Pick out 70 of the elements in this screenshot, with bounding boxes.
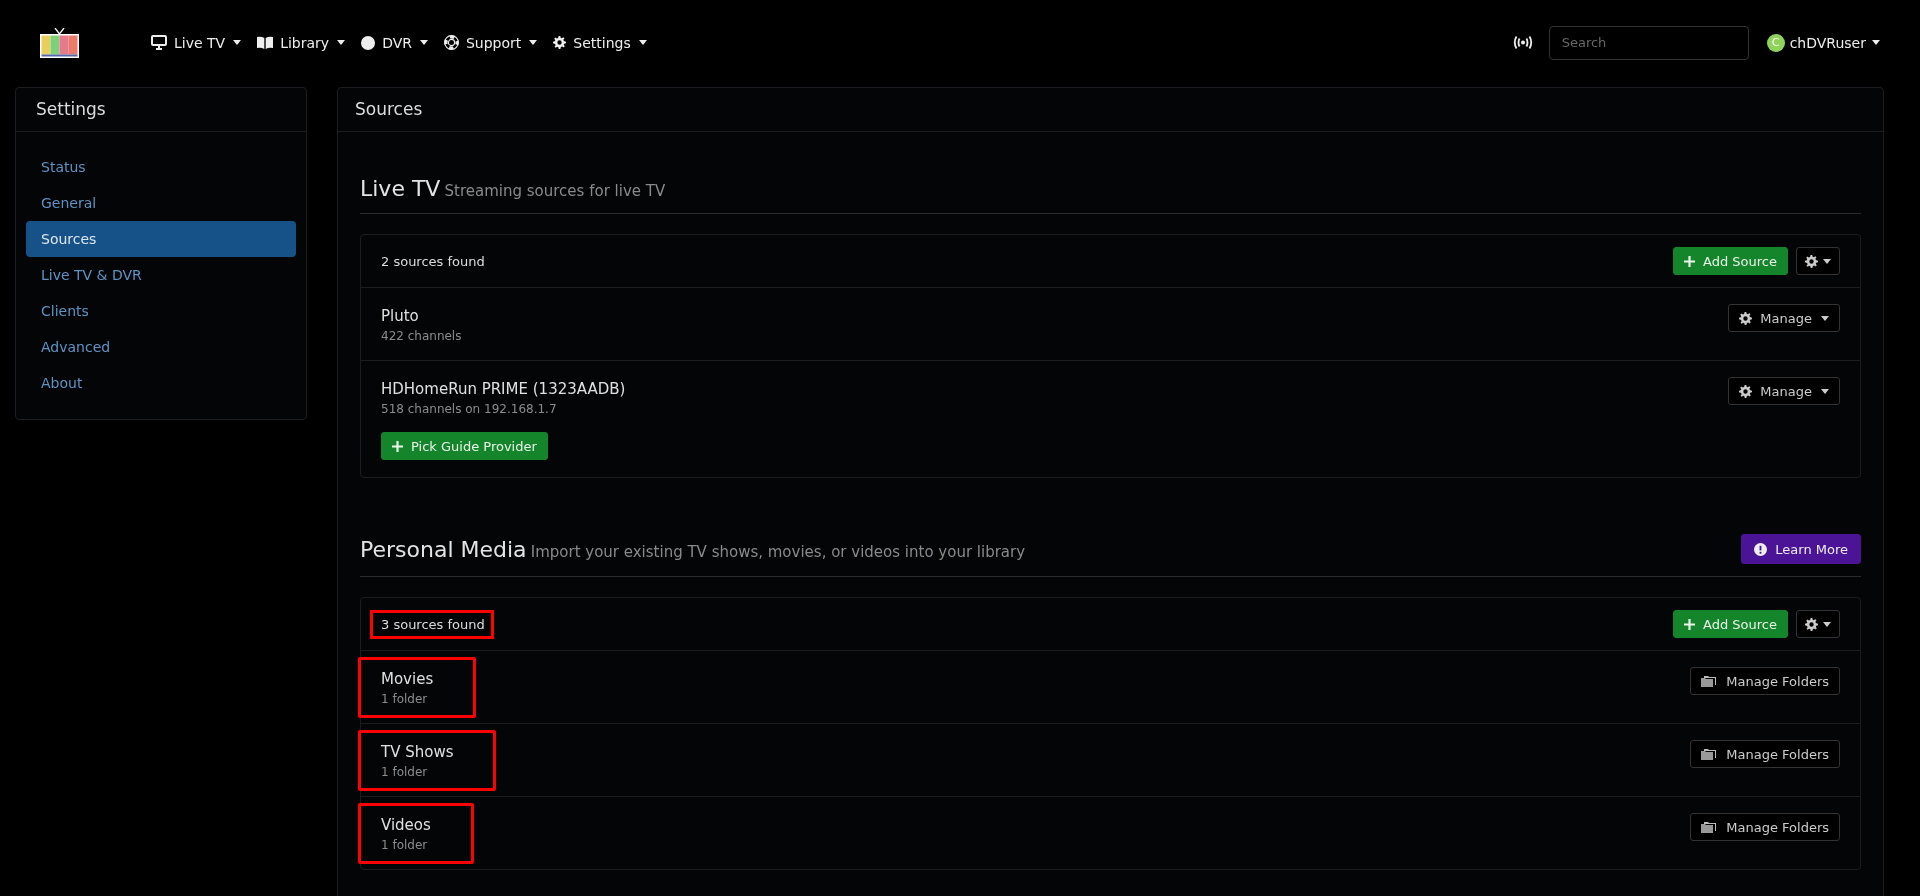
settings-icon: [553, 36, 567, 49]
nav-menu[interactable]: Support: [443, 34, 538, 51]
sidebar-title: Settings: [16, 88, 306, 132]
caret-icon: [1821, 388, 1829, 394]
source-name: Videos: [381, 816, 431, 834]
manage-folders-button[interactable]: Manage Folders: [1690, 667, 1840, 695]
source-detail: 1 folder: [381, 765, 429, 779]
nav-menu[interactable]: Library: [257, 34, 346, 51]
plus-icon: [392, 440, 403, 452]
user-menu[interactable]: C chDVRuser: [1766, 33, 1880, 52]
caret-icon: [638, 40, 647, 45]
sidebar-item[interactable]: About: [26, 365, 296, 401]
sidebar-item[interactable]: Advanced: [26, 329, 296, 365]
manage-button[interactable]: Manage: [1728, 304, 1840, 332]
search-field[interactable]: Search: [1548, 25, 1749, 60]
learn-more-button[interactable]: Learn More: [1741, 534, 1861, 564]
source-name: HDHomeRun PRIME (1323AADB): [381, 380, 626, 398]
panel-title: Sources: [338, 88, 1883, 132]
add-source-button[interactable]: Add Source: [1673, 247, 1788, 275]
source-name: Pluto: [381, 307, 420, 325]
section-heading: Personal Media Import your existing TV shows, movies, or videos into your library: [360, 536, 1026, 562]
source-detail: 1 folder: [381, 838, 429, 852]
lifebuoy-icon: [443, 35, 459, 50]
book-icon: [257, 36, 274, 49]
settings-icon: [1739, 384, 1753, 398]
source-detail: 422 channels: [381, 329, 462, 343]
manage-button[interactable]: Manage: [1728, 377, 1840, 405]
source-name: TV Shows: [381, 743, 454, 761]
folders-icon: [1701, 674, 1719, 688]
settings-icon: [1805, 617, 1818, 631]
plus-icon: [1684, 255, 1696, 267]
folders-icon: [1701, 820, 1719, 834]
plus-icon: [1684, 618, 1696, 630]
circle-icon: [361, 35, 376, 50]
caret-icon: [233, 40, 242, 45]
user-avatar: C: [1766, 33, 1785, 52]
folders-icon: [1701, 747, 1719, 761]
caret-icon: [419, 40, 428, 45]
tv-logo[interactable]: [40, 27, 79, 58]
caret-icon: [1823, 258, 1831, 264]
sidebar-item[interactable]: Sources: [26, 221, 296, 257]
caret-icon: [1821, 315, 1829, 321]
broadcast-icon[interactable]: [1512, 36, 1533, 49]
source-detail: 518 channels on 192.168.1.7: [381, 402, 558, 416]
nav-menu[interactable]: Live TV: [151, 34, 242, 51]
source-detail: 1 folder: [381, 692, 429, 706]
section-heading: Live TV Streaming sources for live TV: [360, 176, 666, 201]
pick-guide-provider-button[interactable]: Pick Guide Provider: [381, 432, 548, 460]
sidebar-item[interactable]: Live TV & DVR: [26, 257, 296, 293]
nav-menu[interactable]: Settings: [553, 34, 647, 51]
nav-menu[interactable]: DVR: [361, 34, 428, 51]
monitor-icon: [151, 35, 167, 50]
caret-icon: [1872, 40, 1880, 45]
add-source-button[interactable]: Add Source: [1673, 610, 1788, 638]
caret-icon: [337, 40, 346, 45]
manage-folders-button[interactable]: Manage Folders: [1690, 813, 1840, 841]
sources-count: 3 sources found: [381, 616, 485, 632]
sidebar-item[interactable]: General: [26, 185, 296, 221]
settings-dropdown-button[interactable]: [1796, 247, 1840, 275]
settings-dropdown-button[interactable]: [1796, 610, 1840, 638]
sidebar-item[interactable]: Status: [26, 149, 296, 185]
sources-count: 2 sources found: [381, 253, 485, 269]
settings-icon: [1805, 254, 1818, 268]
settings-icon: [1739, 311, 1753, 325]
source-name: Movies: [381, 670, 434, 688]
caret-icon: [1823, 621, 1831, 627]
info-icon: [1754, 542, 1768, 556]
sidebar-item[interactable]: Clients: [26, 293, 296, 329]
manage-folders-button[interactable]: Manage Folders: [1690, 740, 1840, 768]
caret-icon: [529, 40, 538, 45]
